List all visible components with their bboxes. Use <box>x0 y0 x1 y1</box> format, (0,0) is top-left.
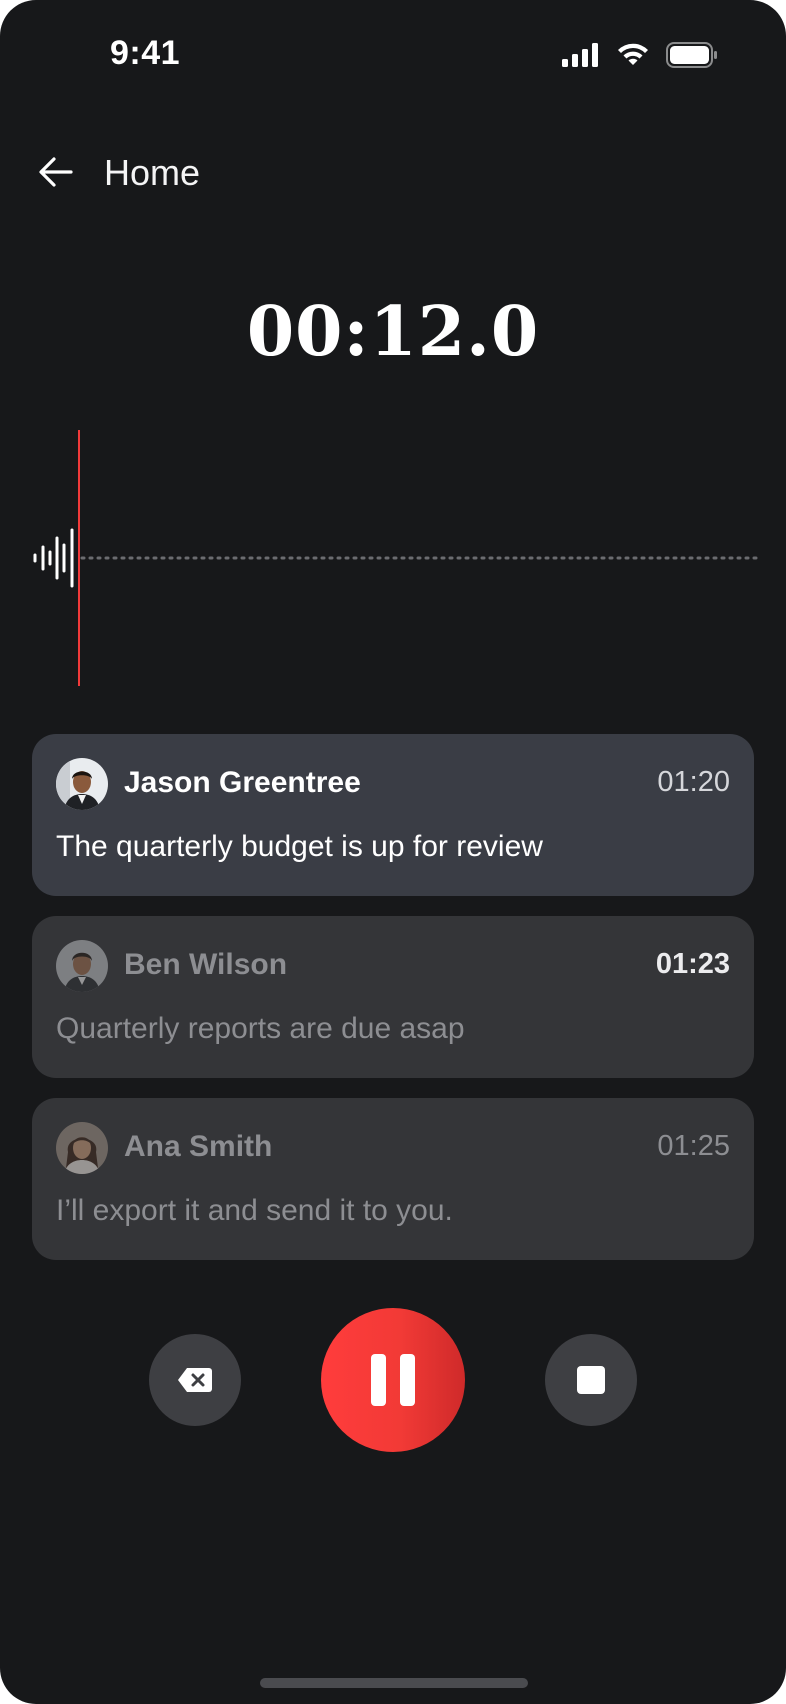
battery-icon <box>666 42 717 68</box>
transcript-card[interactable]: Jason Greentree 01:20 The quarterly budg… <box>32 734 754 896</box>
audio-waveform <box>33 430 758 686</box>
transcript-text: Quarterly reports are due asap <box>56 1012 465 1045</box>
wifi-icon <box>618 43 648 65</box>
pause-button[interactable] <box>321 1308 465 1452</box>
phone-screen: 9:41 Home 00:12.0 Jason Greentree 01:20 … <box>0 0 786 1704</box>
delete-button[interactable] <box>149 1334 241 1426</box>
status-icons <box>562 42 718 68</box>
avatar <box>56 940 108 992</box>
timestamp: 01:20 <box>657 766 730 798</box>
transcript-card[interactable]: Ana Smith 01:25 I’ll export it and send … <box>32 1098 754 1260</box>
avatar <box>56 758 108 810</box>
speaker-name: Ana Smith <box>124 1130 273 1163</box>
timestamp: 01:25 <box>657 1130 730 1162</box>
stop-button[interactable] <box>545 1334 637 1426</box>
backspace-icon <box>178 1368 212 1392</box>
timestamp: 01:23 <box>655 948 730 980</box>
pause-icon <box>371 1354 415 1406</box>
speaker-name: Ben Wilson <box>124 948 288 981</box>
home-indicator[interactable] <box>260 1678 528 1688</box>
recording-timer: 00:12.0 <box>246 292 540 372</box>
page-title[interactable]: Home <box>104 152 200 194</box>
transcript-text: I’ll export it and send it to you. <box>56 1194 453 1227</box>
speaker-name: Jason Greentree <box>124 766 361 799</box>
stop-icon <box>577 1366 605 1394</box>
transcript-text: The quarterly budget is up for review <box>56 830 543 863</box>
avatar <box>56 1122 108 1174</box>
waveform-bars <box>33 528 74 588</box>
transcript-card[interactable]: Ben Wilson 01:23 Quarterly reports are d… <box>32 916 754 1078</box>
arrow-left-icon <box>39 157 73 187</box>
status-time: 9:41 <box>110 34 181 72</box>
cellular-signal-icon <box>562 43 598 67</box>
back-button[interactable] <box>34 150 78 194</box>
